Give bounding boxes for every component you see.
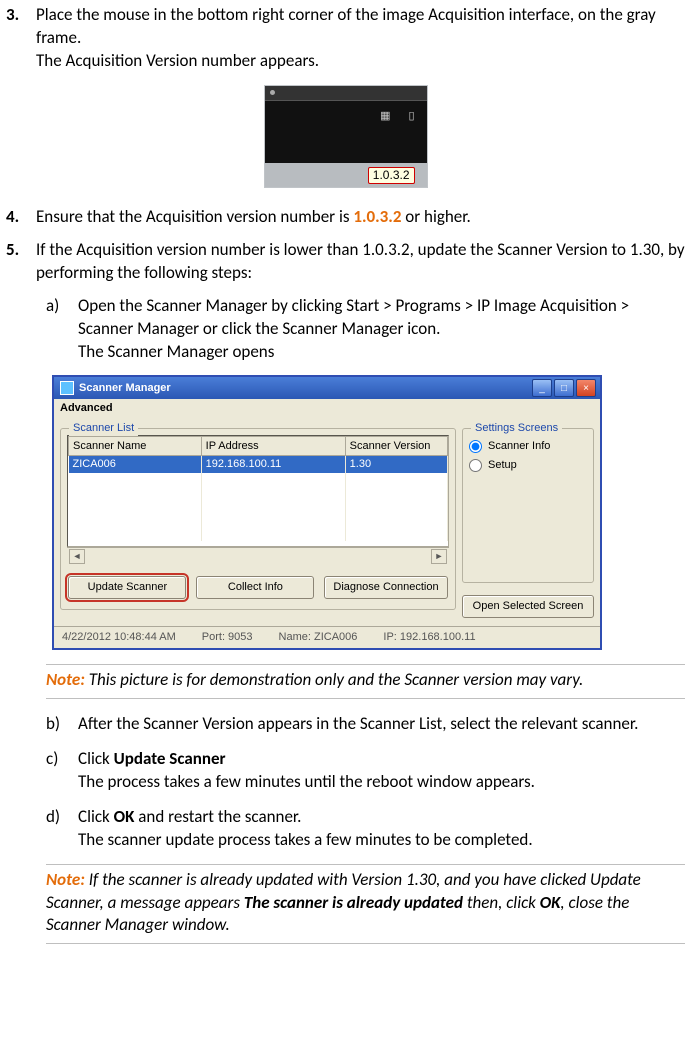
status-ip: IP: 192.168.100.11 — [383, 630, 475, 645]
scroll-left-icon[interactable]: ◄ — [69, 549, 85, 564]
settings-screens-legend: Settings Screens — [471, 421, 562, 436]
substep-c-pre: Click — [78, 748, 114, 769]
figure-scanner-manager: Scanner Manager _ □ × Advanced Scanner L… — [52, 375, 602, 650]
scanner-list-legend: Scanner List — [69, 421, 138, 436]
table-row[interactable] — [69, 473, 448, 490]
status-port: Port: 9053 — [202, 630, 253, 645]
note2-bold1: The scanner is already updated — [244, 892, 463, 913]
table-header-row: Scanner Name IP Address Scanner Version — [69, 437, 448, 456]
table-row[interactable] — [69, 507, 448, 524]
note-text: This picture is for demonstration only a… — [85, 669, 583, 690]
substep-c: c) Click Update Scanner The process take… — [46, 748, 685, 794]
scanner-list-group: Scanner List Scanner Name IP Address Sca… — [60, 428, 456, 610]
page-icon: ▯ — [408, 109, 414, 124]
step-text-line1: Place the mouse in the bottom right corn… — [36, 4, 656, 48]
settings-screens-group: Settings Screens Scanner Info Setup — [462, 428, 594, 583]
note-already-updated: Note: If the scanner is already updated … — [46, 869, 685, 938]
open-selected-screen-button[interactable]: Open Selected Screen — [462, 595, 594, 618]
figure1-viewport: ▦ ▯ — [265, 101, 427, 163]
substep-d-pre: Click — [78, 806, 114, 827]
close-button[interactable]: × — [576, 379, 596, 397]
note-divider — [46, 698, 685, 699]
radio-scanner-info-input[interactable] — [469, 440, 482, 453]
note2-bold2: OK — [540, 892, 561, 913]
sm-status-bar: 4/22/2012 10:48:44 AM Port: 9053 Name: Z… — [54, 626, 600, 648]
substep-letter: d) — [46, 806, 78, 852]
minimize-button[interactable]: _ — [532, 379, 552, 397]
sm-menu-advanced[interactable]: Advanced — [54, 399, 600, 418]
scanner-table[interactable]: Scanner Name IP Address Scanner Version … — [67, 435, 449, 547]
collect-info-button[interactable]: Collect Info — [196, 576, 314, 599]
step4-version: 1.0.3.2 — [353, 206, 401, 227]
substep-d-line2: The scanner update process takes a few m… — [78, 829, 533, 850]
step-5: 5. If the Acquisition version number is … — [6, 239, 685, 285]
step-body: Place the mouse in the bottom right corn… — [36, 4, 685, 73]
sm-titlebar: Scanner Manager _ □ × — [54, 377, 600, 399]
step-number: 5. — [6, 239, 36, 285]
window-dot-icon — [270, 90, 275, 95]
update-scanner-button[interactable]: Update Scanner — [68, 576, 186, 599]
figure1-topbar — [265, 86, 427, 101]
diagnose-connection-button[interactable]: Diagnose Connection — [324, 576, 447, 599]
cell-ip-address: 192.168.100.11 — [201, 456, 345, 474]
note-label: Note: — [46, 869, 85, 890]
substep-c-line2: The process takes a few minutes until th… — [78, 771, 535, 792]
step4-post: or higher. — [401, 206, 470, 227]
substep-body: After the Scanner Version appears in the… — [78, 713, 685, 736]
version-tooltip: 1.0.3.2 — [368, 167, 415, 184]
step-number: 3. — [6, 4, 36, 73]
horizontal-scrollbar[interactable]: ◄ ► — [67, 547, 449, 564]
step-body: If the Acquisition version number is low… — [36, 239, 685, 285]
col-scanner-version[interactable]: Scanner Version — [345, 437, 447, 456]
figure1-botbar: 1.0.3.2 — [265, 163, 427, 187]
table-row[interactable]: ZICA006 192.168.100.11 1.30 — [69, 456, 448, 474]
substep-d-post: and restart the scanner. — [134, 806, 301, 827]
step4-pre: Ensure that the Acquisition version numb… — [36, 206, 353, 227]
note-label: Note: — [46, 669, 85, 690]
figure-acquisition-tooltip: ▦ ▯ 1.0.3.2 — [264, 85, 428, 188]
substep-a-line2: The Scanner Manager opens — [78, 341, 274, 362]
table-row[interactable] — [69, 490, 448, 507]
substep-body: Click OK and restart the scanner. The sc… — [78, 806, 685, 852]
substep-b: b) After the Scanner Version appears in … — [46, 713, 685, 736]
sm-title: Scanner Manager — [79, 381, 171, 396]
col-ip-address[interactable]: IP Address — [201, 437, 345, 456]
note-divider — [46, 664, 685, 665]
status-name: Name: ZICA006 — [279, 630, 358, 645]
substep-c-bold: Update Scanner — [114, 748, 226, 769]
thumbnail-grid-icon: ▦ — [380, 109, 390, 124]
col-scanner-name[interactable]: Scanner Name — [69, 437, 202, 456]
step-text-line2: The Acquisition Version number appears. — [36, 50, 319, 71]
maximize-button[interactable]: □ — [554, 379, 574, 397]
app-icon — [60, 381, 74, 395]
substep-letter: a) — [46, 295, 78, 364]
cell-scanner-name: ZICA006 — [69, 456, 202, 474]
radio-scanner-info[interactable]: Scanner Info — [469, 439, 587, 454]
radio-setup-label: Setup — [488, 458, 517, 473]
radio-setup-input[interactable] — [469, 459, 482, 472]
radio-scanner-info-label: Scanner Info — [488, 439, 550, 454]
note2-t3: then, click — [463, 892, 540, 913]
substep-letter: b) — [46, 713, 78, 736]
note-divider — [46, 864, 685, 865]
step-4: 4. Ensure that the Acquisition version n… — [6, 206, 685, 229]
step-number: 4. — [6, 206, 36, 229]
substep-letter: c) — [46, 748, 78, 794]
substep-d: d) Click OK and restart the scanner. The… — [46, 806, 685, 852]
table-row[interactable] — [69, 524, 448, 541]
scroll-right-icon[interactable]: ► — [431, 549, 447, 564]
radio-setup[interactable]: Setup — [469, 458, 587, 473]
step-body: Ensure that the Acquisition version numb… — [36, 206, 685, 229]
substep-body: Open the Scanner Manager by clicking Sta… — [78, 295, 685, 364]
substep-a: a) Open the Scanner Manager by clicking … — [46, 295, 685, 364]
status-date: 4/22/2012 10:48:44 AM — [62, 630, 176, 645]
note-demo: Note: This picture is for demonstration … — [46, 669, 685, 692]
step-3: 3. Place the mouse in the bottom right c… — [6, 4, 685, 73]
substep-body: Click Update Scanner The process takes a… — [78, 748, 685, 794]
substep-a-line1: Open the Scanner Manager by clicking Sta… — [78, 295, 629, 339]
cell-scanner-version: 1.30 — [345, 456, 447, 474]
substep-d-bold: OK — [114, 806, 135, 827]
note-divider — [46, 943, 685, 944]
